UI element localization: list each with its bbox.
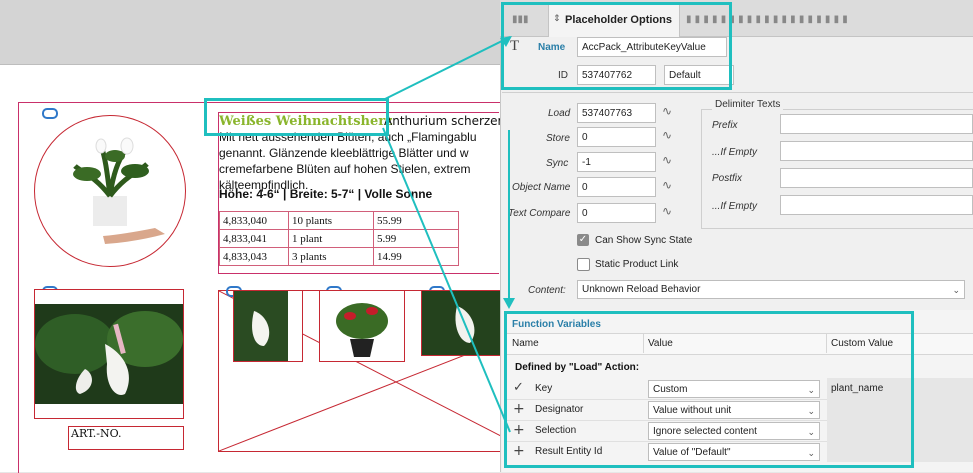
- arrow-line: [382, 36, 511, 101]
- annotation-arrows: [382, 36, 515, 433]
- arrow-line: [382, 127, 511, 433]
- arrow-head: [503, 298, 515, 309]
